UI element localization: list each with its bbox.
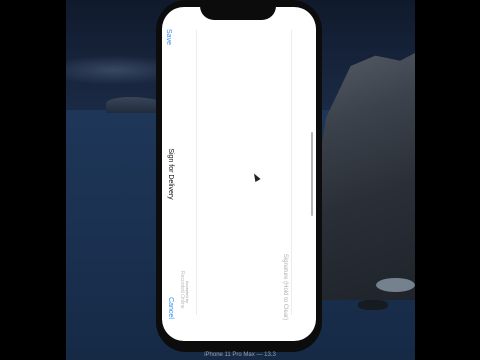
wallpaper-mountain: [316, 53, 415, 300]
cancel-button[interactable]: Cancel: [165, 293, 175, 323]
wallpaper-rock: [358, 300, 388, 310]
wallpaper-surf: [376, 278, 415, 292]
scroll-indicator[interactable]: [311, 132, 313, 216]
signature-pad[interactable]: [200, 30, 290, 315]
device-notch: [200, 0, 276, 20]
signature-area-divider: [291, 30, 292, 315]
name-field-divider: [196, 30, 197, 315]
save-button[interactable]: Save: [163, 22, 173, 52]
name-field-label: Accepted by: [185, 281, 190, 304]
page-title: Sign for Delivery: [167, 148, 174, 200]
device-caption: iPhone 11 Pro Max — 13.3: [204, 352, 276, 358]
